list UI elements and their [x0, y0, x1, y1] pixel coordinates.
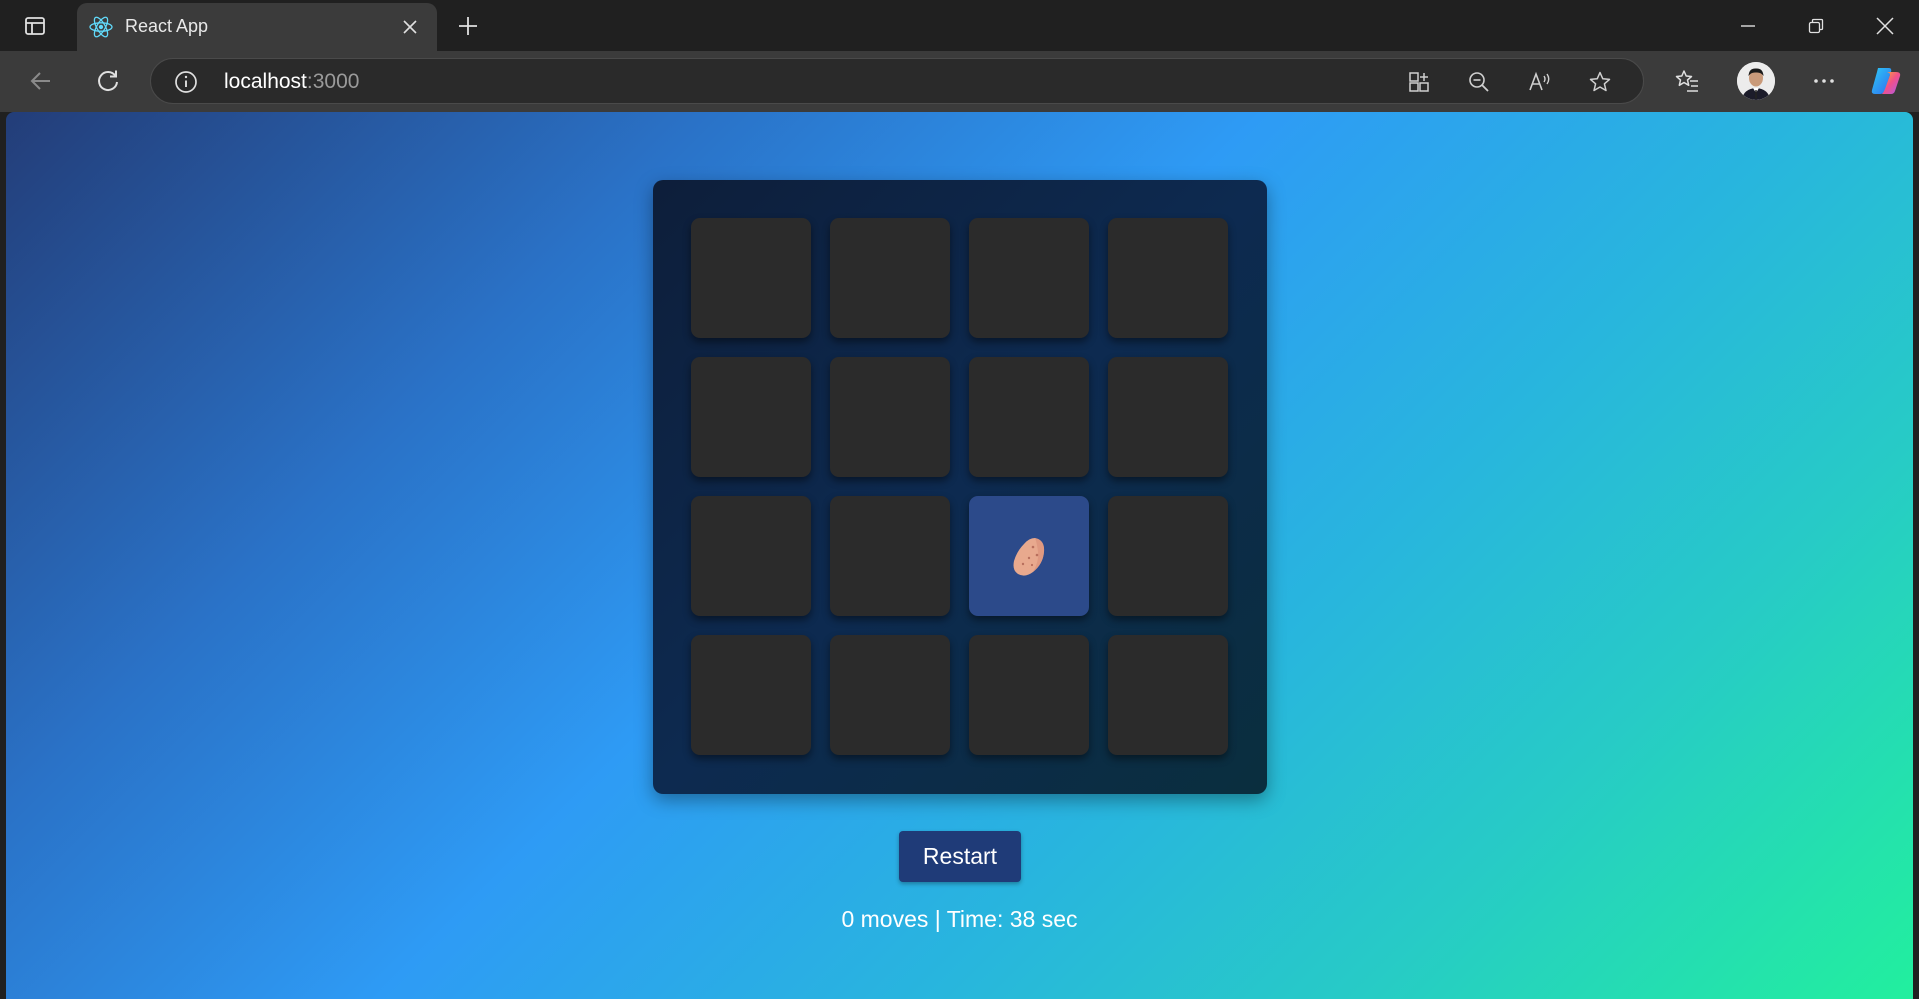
potato-icon — [1009, 534, 1049, 578]
game-board — [653, 180, 1267, 794]
memory-card[interactable] — [830, 218, 950, 338]
plus-icon[interactable] — [452, 10, 484, 42]
memory-card[interactable] — [1108, 635, 1228, 755]
memory-card[interactable] — [830, 357, 950, 477]
tab-actions-icon[interactable] — [17, 12, 53, 40]
memory-card[interactable] — [1108, 496, 1228, 616]
url-port: :3000 — [306, 70, 360, 93]
tab-title: React App — [125, 16, 209, 36]
browser-tab[interactable]: React App — [77, 3, 437, 51]
zoom-out-icon[interactable] — [1463, 66, 1495, 98]
memory-card[interactable] — [1108, 218, 1228, 338]
star-icon[interactable] — [1584, 66, 1616, 98]
memory-card-flipped[interactable] — [969, 496, 1089, 616]
info-icon[interactable] — [173, 69, 199, 95]
read-aloud-icon[interactable] — [1524, 66, 1556, 98]
memory-card[interactable] — [1108, 357, 1228, 477]
more-icon[interactable] — [1804, 61, 1844, 101]
browser-toolbar: localhost:3000 — [0, 51, 1919, 112]
title-bar: React App — [0, 0, 1919, 51]
memory-card[interactable] — [969, 218, 1089, 338]
url-host: localhost — [224, 70, 307, 93]
memory-card[interactable] — [830, 496, 950, 616]
memory-card[interactable] — [969, 357, 1089, 477]
memory-card[interactable] — [969, 635, 1089, 755]
memory-card[interactable] — [691, 357, 811, 477]
page-viewport: Restart 0 moves | Time: 38 sec — [6, 112, 1913, 999]
profile-avatar[interactable] — [1737, 62, 1775, 100]
memory-card[interactable] — [691, 635, 811, 755]
url-text[interactable]: localhost:3000 — [224, 70, 359, 94]
memory-card[interactable] — [830, 635, 950, 755]
address-bar[interactable]: localhost:3000 — [150, 58, 1644, 104]
refresh-icon[interactable] — [88, 61, 128, 101]
close-window-icon[interactable] — [1851, 0, 1919, 51]
restart-button[interactable]: Restart — [899, 831, 1021, 882]
copilot-icon[interactable] — [1866, 61, 1906, 101]
close-icon[interactable] — [397, 14, 423, 40]
favorites-list-icon[interactable] — [1667, 61, 1707, 101]
memory-card[interactable] — [691, 218, 811, 338]
memory-card[interactable] — [691, 496, 811, 616]
restore-icon[interactable] — [1782, 0, 1850, 51]
react-icon — [87, 13, 115, 41]
minimize-icon[interactable] — [1714, 0, 1782, 51]
game-stats: 0 moves | Time: 38 sec — [841, 906, 1078, 932]
back-arrow-icon[interactable] — [21, 61, 61, 101]
app-grid-icon[interactable] — [1403, 66, 1435, 98]
